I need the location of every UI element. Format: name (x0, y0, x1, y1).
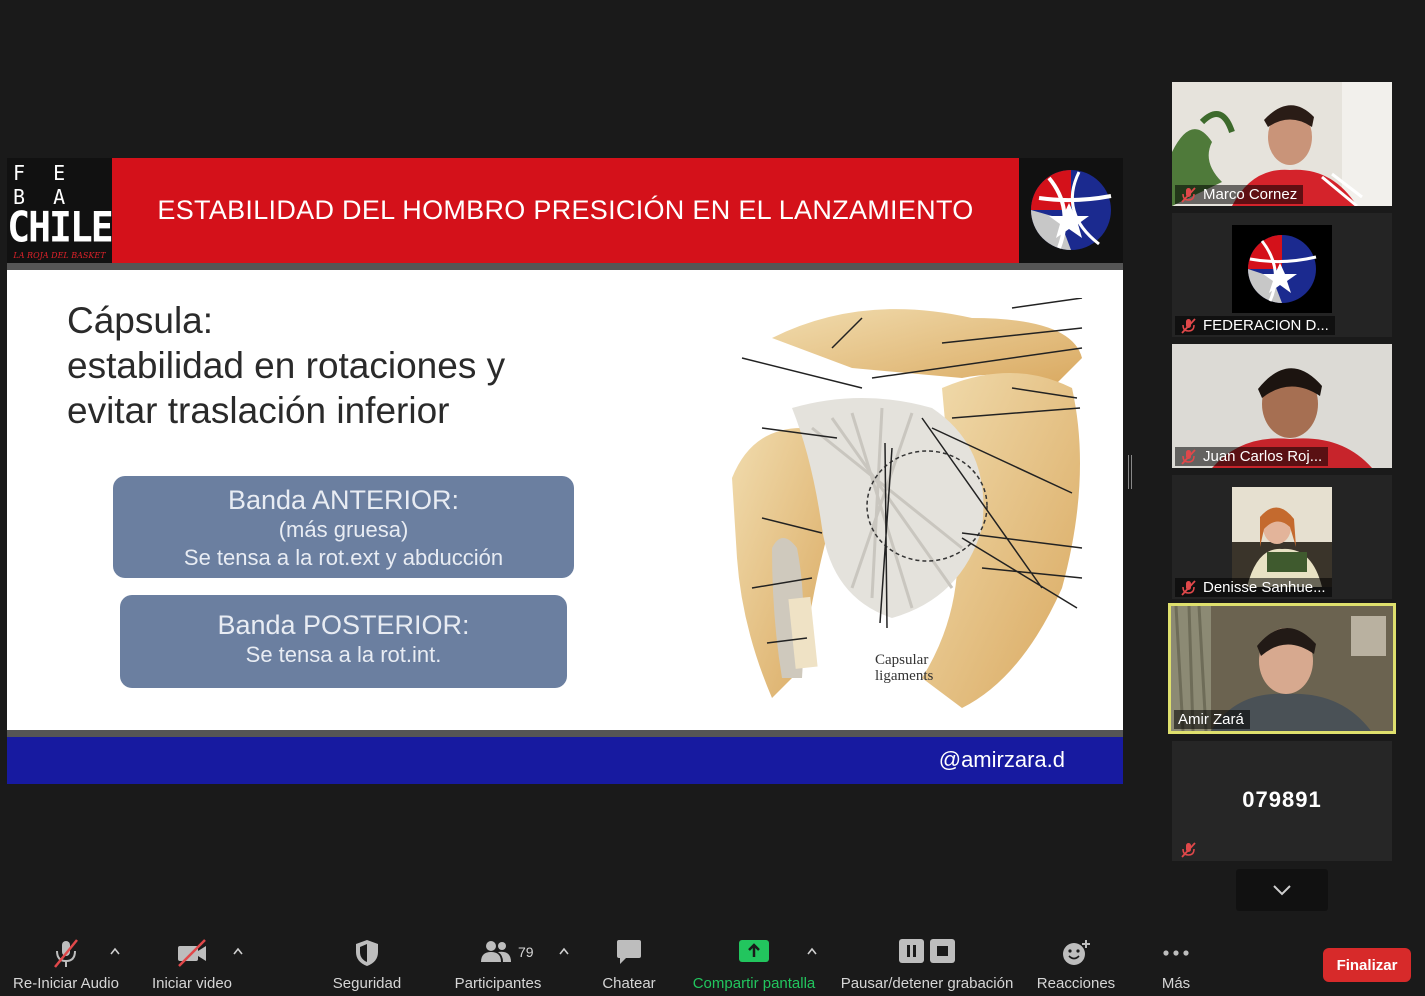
pause-stop-recording-icon (899, 939, 955, 963)
federation-emblem-icon (1248, 235, 1317, 303)
more-dots-icon (1163, 950, 1189, 956)
share-screen-label: Compartir pantalla (692, 975, 816, 992)
video-options-chevron-up-icon[interactable] (232, 946, 244, 956)
figure-label-line: ligaments (875, 668, 934, 684)
meeting-toolbar: Re-Iniciar Audio Iniciar video Seguridad… (0, 930, 1425, 996)
federation-emblem-icon (1019, 158, 1123, 263)
video-off-icon (178, 939, 206, 967)
gallery-next-page-button[interactable] (1236, 869, 1328, 911)
band-posterior-box: Banda POSTERIOR: Se tensa a la rot.int. (120, 595, 567, 688)
band-anterior-line2: Se tensa a la rot.ext y abducción (183, 545, 504, 570)
phone-number: 079891 (1242, 787, 1322, 812)
chat-label: Chatear (602, 975, 656, 992)
band-anterior-title: Banda ANTERIOR: (227, 485, 460, 515)
social-handle: @amirzara.d (938, 747, 1065, 772)
end-meeting-button[interactable]: Finalizar (1323, 948, 1411, 982)
participant-name-label: Denisse Sanhue... (1175, 578, 1332, 597)
participant-tile[interactable]: Denisse Sanhue... (1172, 475, 1392, 599)
logo-tagline: LA ROJA DEL BASKET (13, 251, 106, 260)
recording-controls-button[interactable]: Pausar/detener grabación (836, 930, 1018, 996)
chat-bubble-icon (617, 940, 641, 964)
security-label: Seguridad (332, 975, 402, 992)
reactions-button[interactable]: Reacciones (1032, 930, 1120, 996)
participant-name-label: Juan Carlos Roj... (1175, 447, 1329, 466)
slide-header-divider (7, 263, 1123, 270)
smiley-add-icon (1063, 940, 1090, 965)
participants-options-chevron-up-icon[interactable] (558, 946, 570, 956)
slide-heading: Cápsula: estabilidad en rotaciones y evi… (67, 298, 505, 433)
participant-name-label (1175, 840, 1209, 859)
slide-title: ESTABILIDAD DEL HOMBRO PRESICIÓN EN EL L… (157, 195, 974, 225)
participant-name-label: FEDERACION D... (1175, 316, 1335, 335)
participant-tile[interactable]: FEDERACION D... (1172, 213, 1392, 337)
band-posterior-title: Banda POSTERIOR: (217, 610, 470, 640)
participant-tile[interactable]: Marco Cornez (1172, 82, 1392, 206)
logo-chile-text: CHILE (7, 202, 113, 252)
heading-line: evitar traslación inferior (67, 390, 450, 431)
participant-avatar (1232, 225, 1332, 313)
feba-chile-logo: F E B A CHILE LA ROJA DEL BASKET (7, 158, 114, 263)
logo-feba-text: F E B A (13, 161, 74, 209)
heading-line: estabilidad en rotaciones y (67, 345, 506, 386)
video-button[interactable]: Iniciar video (140, 930, 244, 996)
chevron-down-icon (1273, 885, 1291, 896)
capsular-ligaments-label: Capsular ligaments (875, 652, 933, 684)
slide-footer: @amirzara.d (7, 737, 1123, 784)
participant-tile[interactable]: Juan Carlos Roj... (1172, 344, 1392, 468)
chat-button[interactable]: Chatear (590, 930, 668, 996)
share-screen-button[interactable]: Compartir pantalla (684, 930, 824, 996)
panel-resize-handle[interactable] (1128, 455, 1132, 489)
participant-name-label: Marco Cornez (1175, 185, 1304, 204)
participant-name: Amir Zará (1178, 711, 1244, 728)
audio-label: Re-Iniciar Audio (13, 975, 119, 992)
share-screen-icon (739, 940, 769, 962)
reactions-label: Reacciones (1036, 975, 1116, 992)
participant-name: Marco Cornez (1203, 186, 1298, 203)
heading-line: Cápsula: (67, 300, 214, 341)
shield-icon (356, 940, 378, 966)
slide-header: F E B A CHILE LA ROJA DEL BASKET ESTABIL… (7, 158, 1123, 263)
participant-name-label: Amir Zará (1174, 710, 1250, 729)
band-anterior-box: Banda ANTERIOR: (más gruesa) Se tensa a … (113, 476, 574, 578)
slide-footer-divider (7, 730, 1123, 737)
active-speaker-tile[interactable]: Amir Zará (1168, 603, 1396, 734)
participants-icon (481, 941, 511, 962)
phone-participant-tile[interactable]: 079891 (1172, 741, 1392, 861)
security-button[interactable]: Seguridad (322, 930, 412, 996)
video-feed (1232, 487, 1332, 587)
participant-name: Juan Carlos Roj... (1203, 448, 1323, 465)
more-label: Más (1161, 975, 1191, 992)
participant-name: FEDERACION D... (1203, 317, 1329, 334)
more-button[interactable]: Más (1146, 930, 1206, 996)
mic-muted-icon (1181, 186, 1196, 203)
mic-muted-icon (1181, 448, 1196, 465)
video-label: Iniciar video (151, 975, 233, 992)
band-posterior-line1: Se tensa a la rot.int. (245, 642, 442, 667)
zoom-meeting-window: F E B A CHILE LA ROJA DEL BASKET ESTABIL… (0, 0, 1425, 996)
shared-slide: F E B A CHILE LA ROJA DEL BASKET ESTABIL… (7, 158, 1123, 784)
participants-count: 79 (518, 944, 534, 960)
band-anterior-line1: (más gruesa) (278, 517, 409, 542)
mic-muted-icon (1181, 841, 1196, 858)
share-options-chevron-up-icon[interactable] (806, 946, 818, 956)
participants-button[interactable]: 79 Participantes (448, 930, 548, 996)
figure-label-line: Capsular (875, 652, 929, 668)
participants-label: Participantes (454, 975, 542, 992)
audio-button[interactable]: Re-Iniciar Audio (5, 930, 127, 996)
recording-label: Pausar/detener grabación (840, 975, 1014, 992)
mic-muted-icon (1181, 317, 1196, 334)
participant-name: Denisse Sanhue... (1203, 579, 1326, 596)
audio-options-chevron-up-icon[interactable] (109, 946, 121, 956)
mic-muted-icon (1181, 579, 1196, 596)
mic-muted-icon (54, 939, 78, 968)
